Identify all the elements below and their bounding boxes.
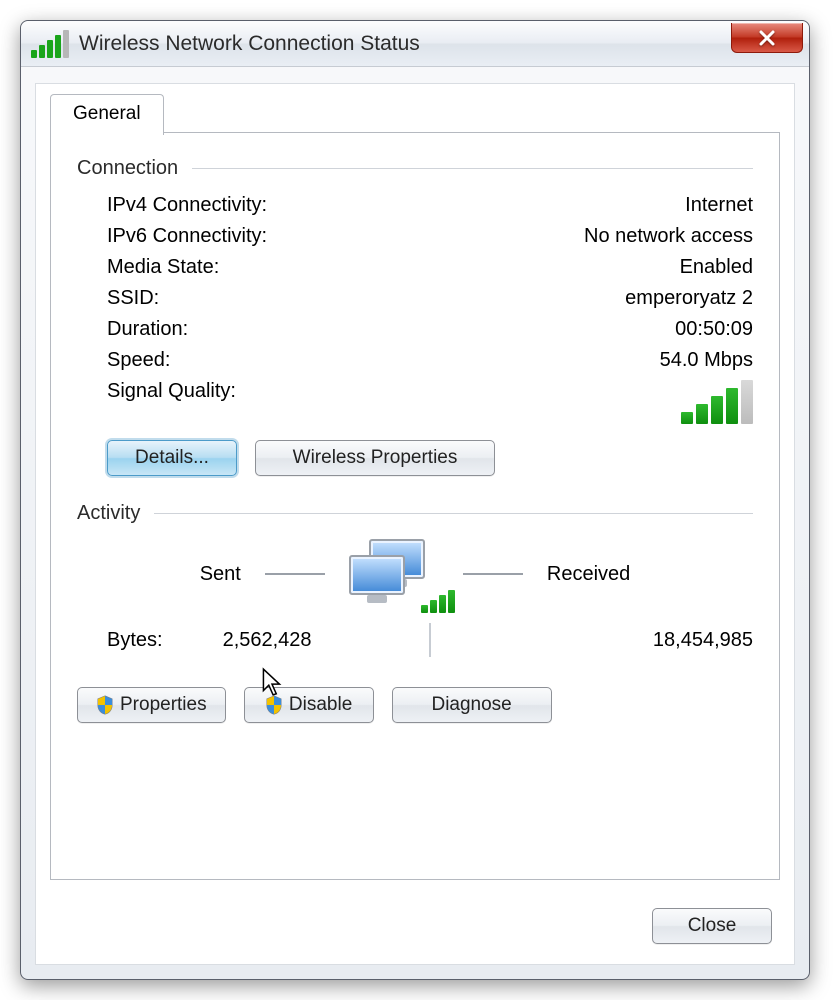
disable-button-label: Disable — [289, 694, 352, 716]
value-ipv4: Internet — [685, 194, 753, 217]
dialog-window: Wireless Network Connection Status Gener… — [20, 20, 810, 980]
properties-button[interactable]: Properties — [77, 687, 226, 723]
row-duration: Duration: 00:50:09 — [77, 314, 753, 345]
window-title: Wireless Network Connection Status — [79, 32, 420, 56]
value-ssid: emperoryatz 2 — [625, 287, 753, 310]
wireless-properties-button[interactable]: Wireless Properties — [255, 440, 495, 476]
uac-shield-icon — [265, 695, 283, 715]
dialog-footer: Close — [652, 908, 772, 944]
row-ipv6: IPv6 Connectivity: No network access — [77, 221, 753, 252]
value-media-state: Enabled — [680, 256, 753, 279]
label-ssid: SSID: — [107, 287, 159, 310]
uac-shield-icon — [96, 695, 114, 715]
row-signal-quality: Signal Quality: — [77, 376, 753, 434]
row-speed: Speed: 54.0 Mbps — [77, 345, 753, 376]
row-bytes: Bytes: 2,562,428 18,454,985 — [77, 615, 753, 663]
disable-button[interactable]: Disable — [244, 687, 374, 723]
value-bytes-received: 18,454,985 — [431, 629, 753, 652]
divider — [463, 573, 523, 575]
tabstrip: General — [50, 94, 164, 135]
group-activity-title: Activity — [77, 502, 140, 525]
network-computers-icon — [349, 539, 439, 609]
value-ipv6: No network access — [584, 225, 753, 248]
client-area: General Connection IPv4 Connectivity: In… — [35, 83, 795, 965]
row-media-state: Media State: Enabled — [77, 252, 753, 283]
divider — [265, 573, 325, 575]
label-received: Received — [547, 563, 630, 586]
label-ipv4: IPv4 Connectivity: — [107, 194, 267, 217]
row-ipv4: IPv4 Connectivity: Internet — [77, 190, 753, 221]
label-speed: Speed: — [107, 349, 170, 372]
group-connection-header: Connection — [77, 157, 753, 180]
label-duration: Duration: — [107, 318, 188, 341]
diagnose-button[interactable]: Diagnose — [392, 687, 552, 723]
tab-general[interactable]: General — [50, 94, 164, 135]
details-button[interactable]: Details... — [107, 440, 237, 476]
row-ssid: SSID: emperoryatz 2 — [77, 283, 753, 314]
close-button[interactable]: Close — [652, 908, 772, 944]
signal-icon — [31, 30, 69, 58]
divider — [192, 168, 753, 169]
activity-buttons: Properties Disable Diagnose — [77, 663, 753, 723]
close-window-button[interactable] — [731, 23, 803, 53]
label-media-state: Media State: — [107, 256, 219, 279]
signal-quality-bars-icon — [681, 380, 753, 424]
activity-graphic-row: Sent Received — [77, 535, 753, 615]
label-signal-quality: Signal Quality: — [107, 380, 236, 403]
label-ipv6: IPv6 Connectivity: — [107, 225, 267, 248]
label-bytes: Bytes: — [107, 629, 163, 652]
titlebar[interactable]: Wireless Network Connection Status — [21, 21, 809, 67]
close-icon — [758, 29, 776, 47]
tab-page-general: Connection IPv4 Connectivity: Internet I… — [50, 132, 780, 880]
divider — [154, 513, 753, 514]
value-speed: 54.0 Mbps — [660, 349, 753, 372]
value-bytes-sent: 2,562,428 — [223, 629, 312, 652]
group-activity-header: Activity — [77, 502, 753, 525]
properties-button-label: Properties — [120, 694, 207, 716]
label-sent: Sent — [200, 563, 241, 586]
group-connection-title: Connection — [77, 157, 178, 180]
connection-buttons: Details... Wireless Properties — [77, 434, 753, 476]
value-duration: 00:50:09 — [675, 318, 753, 341]
signal-icon — [421, 590, 455, 613]
